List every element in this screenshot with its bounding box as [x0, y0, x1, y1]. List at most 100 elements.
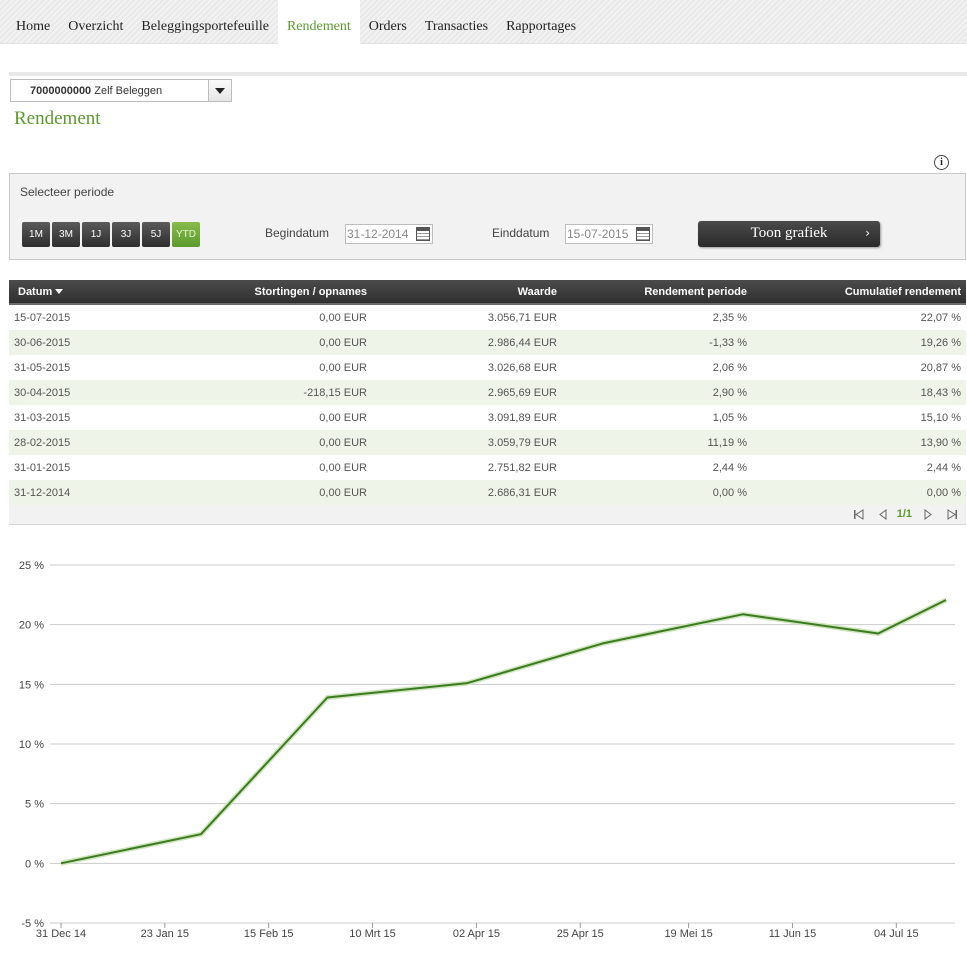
table-cell: 28-02-2015 — [14, 436, 71, 449]
period-button-3j[interactable]: 3J — [112, 222, 140, 247]
info-icon[interactable]: i — [934, 155, 949, 170]
y-tick-label: 5 % — [25, 799, 44, 811]
table-cell: 0,00 % — [712, 486, 747, 499]
header-value: Waarde — [517, 285, 557, 298]
header-period-return: Rendement periode — [644, 285, 747, 298]
x-tick-label: 19 Mei 15 — [664, 928, 712, 940]
series-line-glow — [60, 597, 948, 866]
x-tick-label: 04 Jul 15 — [874, 928, 919, 940]
table-cell: 2.751,82 EUR — [487, 461, 557, 474]
y-tick-label: 10 % — [19, 739, 44, 751]
table-cell: 2,44 % — [712, 461, 747, 474]
table-cell: 18,43 % — [920, 386, 961, 399]
table-cell: 20,87 % — [920, 361, 961, 374]
table-body: 15-07-2015 0,00 EUR 3.056,71 EUR 2,35 % 22,0… — [9, 305, 966, 505]
header-datum-label: Datum — [18, 285, 53, 298]
nav-item-beleggingsportefeuille[interactable]: Beleggingsportefeuille — [132, 0, 278, 44]
table-cell: 0,00 EUR — [319, 361, 367, 374]
y-tick-label: 20 % — [19, 620, 44, 632]
nav-item-transacties[interactable]: Transacties — [416, 0, 497, 44]
dropdown-arrow-button[interactable] — [208, 80, 231, 101]
end-date-field[interactable]: 15-07-2015 — [565, 224, 653, 244]
x-tick-label: 23 Jan 15 — [141, 928, 189, 940]
period-button-3m[interactable]: 3M — [52, 222, 80, 247]
table-header: Datum Stortingen / opnames Waarde Rendem… — [9, 280, 966, 305]
y-tick-label: 0 % — [25, 858, 44, 870]
pager: 1/1 — [9, 505, 966, 525]
table-row: 31-05-2015 0,00 EUR 3.026,68 EUR 2,06 % 20,8… — [9, 355, 966, 380]
header-cumulative-return: Cumulatief rendement — [844, 285, 961, 298]
cumulative-return-chart: 25 %20 %15 %10 %5 %0 %-5 %31 Dec 14 23 Ja… — [19, 560, 955, 940]
table-cell: 2,35 % — [712, 311, 747, 324]
period-button-5j[interactable]: 5J — [142, 222, 170, 247]
last-page-icon[interactable] — [947, 508, 958, 520]
period-button-1j[interactable]: 1J — [82, 222, 110, 247]
table-row: 30-06-2015 0,00 EUR 2.986,44 EUR -1,33 % 19,… — [9, 330, 966, 355]
calendar-icon[interactable] — [636, 227, 650, 241]
top-navigation: Home Overzicht Beleggingsportefeuille Rende… — [0, 0, 967, 44]
begin-date-field[interactable]: 31-12-2014 — [345, 224, 433, 244]
end-date-label: Einddatum — [492, 226, 550, 240]
show-chart-button[interactable]: Toon grafiek › — [698, 221, 880, 247]
table-cell: 13,90 % — [920, 436, 961, 449]
show-chart-label: Toon grafiek — [750, 225, 828, 241]
table-cell: 31-03-2015 — [14, 411, 71, 424]
divider — [9, 72, 967, 76]
table-cell: 0,00 EUR — [319, 461, 367, 474]
nav-item-home[interactable]: Home — [7, 0, 59, 44]
table-cell: 2,90 % — [712, 386, 747, 399]
nav-item-overzicht[interactable]: Overzicht — [59, 0, 132, 44]
calendar-icon[interactable] — [416, 227, 430, 241]
x-tick-label: 02 Apr 15 — [453, 928, 500, 940]
table-cell: 2,44 % — [926, 461, 961, 474]
table-cell: 2,06 % — [712, 361, 747, 374]
series-line — [60, 599, 947, 865]
period-button-ytd[interactable]: YTD — [172, 222, 200, 247]
x-tick-label: 25 Apr 15 — [557, 928, 604, 940]
period-panel: Selecteer periode 1M 3M 1J 3J 5J YTD Begindat… — [9, 173, 966, 260]
nav-item-rapportages[interactable]: Rapportages — [497, 0, 585, 44]
header-datum[interactable]: Datum — [9, 286, 109, 298]
table-cell: 19,26 % — [920, 336, 961, 349]
first-page-icon[interactable] — [853, 508, 864, 520]
table-row: 28-02-2015 0,00 EUR 3.059,79 EUR 11,19 % 13,… — [9, 430, 966, 455]
header-deposits: Stortingen / opnames — [254, 285, 367, 298]
table-cell: 2.686,31 EUR — [487, 486, 557, 499]
begin-date-value: 31-12-2014 — [347, 227, 409, 241]
table-cell: 0,00 % — [926, 486, 961, 499]
sort-desc-icon — [55, 289, 64, 295]
next-page-icon[interactable] — [922, 508, 933, 520]
returns-table: Datum Stortingen / opnames Waarde Rendem… — [9, 280, 966, 525]
nav-item-orders[interactable]: Orders — [360, 0, 416, 44]
table-cell: 2.986,44 EUR — [487, 336, 557, 349]
table-cell: -1,33 % — [709, 336, 747, 349]
table-cell: 2.965,69 EUR — [487, 386, 557, 399]
y-tick-label: 25 % — [19, 560, 44, 572]
table-cell: 0,00 EUR — [319, 486, 367, 499]
period-button-1m[interactable]: 1M — [22, 222, 50, 247]
table-cell: 3.091,89 EUR — [487, 411, 557, 424]
table-cell: 31-01-2015 — [14, 461, 71, 474]
table-cell: 30-04-2015 — [14, 386, 71, 399]
account-name: Zelf Beleggen — [94, 84, 163, 97]
table-cell: -218,15 EUR — [303, 386, 367, 399]
table-row: 31-03-2015 0,00 EUR 3.091,89 EUR 1,05 % 15,1… — [9, 405, 966, 430]
nav-list: Home Overzicht Beleggingsportefeuille Rende… — [0, 0, 967, 44]
table-cell: 11,19 % — [707, 436, 747, 449]
period-label: Selecteer periode — [20, 185, 115, 199]
x-tick-label: 10 Mrt 15 — [349, 928, 395, 940]
table-cell: 0,00 EUR — [319, 336, 367, 349]
page-title: Rendement — [14, 108, 101, 129]
table-cell: 31-05-2015 — [14, 361, 71, 374]
table-cell: 1,05 % — [712, 411, 747, 424]
table-cell: 0,00 EUR — [319, 411, 367, 424]
x-tick-label: 11 Jun 15 — [769, 928, 817, 940]
nav-item-rendement[interactable]: Rendement — [277, 0, 360, 44]
y-tick-label: 15 % — [19, 679, 44, 691]
account-select[interactable]: 7000000000 Zelf Beleggen — [10, 79, 232, 102]
table-cell: 3.026,68 EUR — [487, 361, 557, 374]
table-cell: 22,07 % — [920, 311, 961, 324]
table-cell: 3.056,71 EUR — [487, 311, 557, 324]
prev-page-icon[interactable] — [878, 508, 889, 520]
period-buttons: 1M 3M 1J 3J 5J YTD — [22, 222, 202, 247]
